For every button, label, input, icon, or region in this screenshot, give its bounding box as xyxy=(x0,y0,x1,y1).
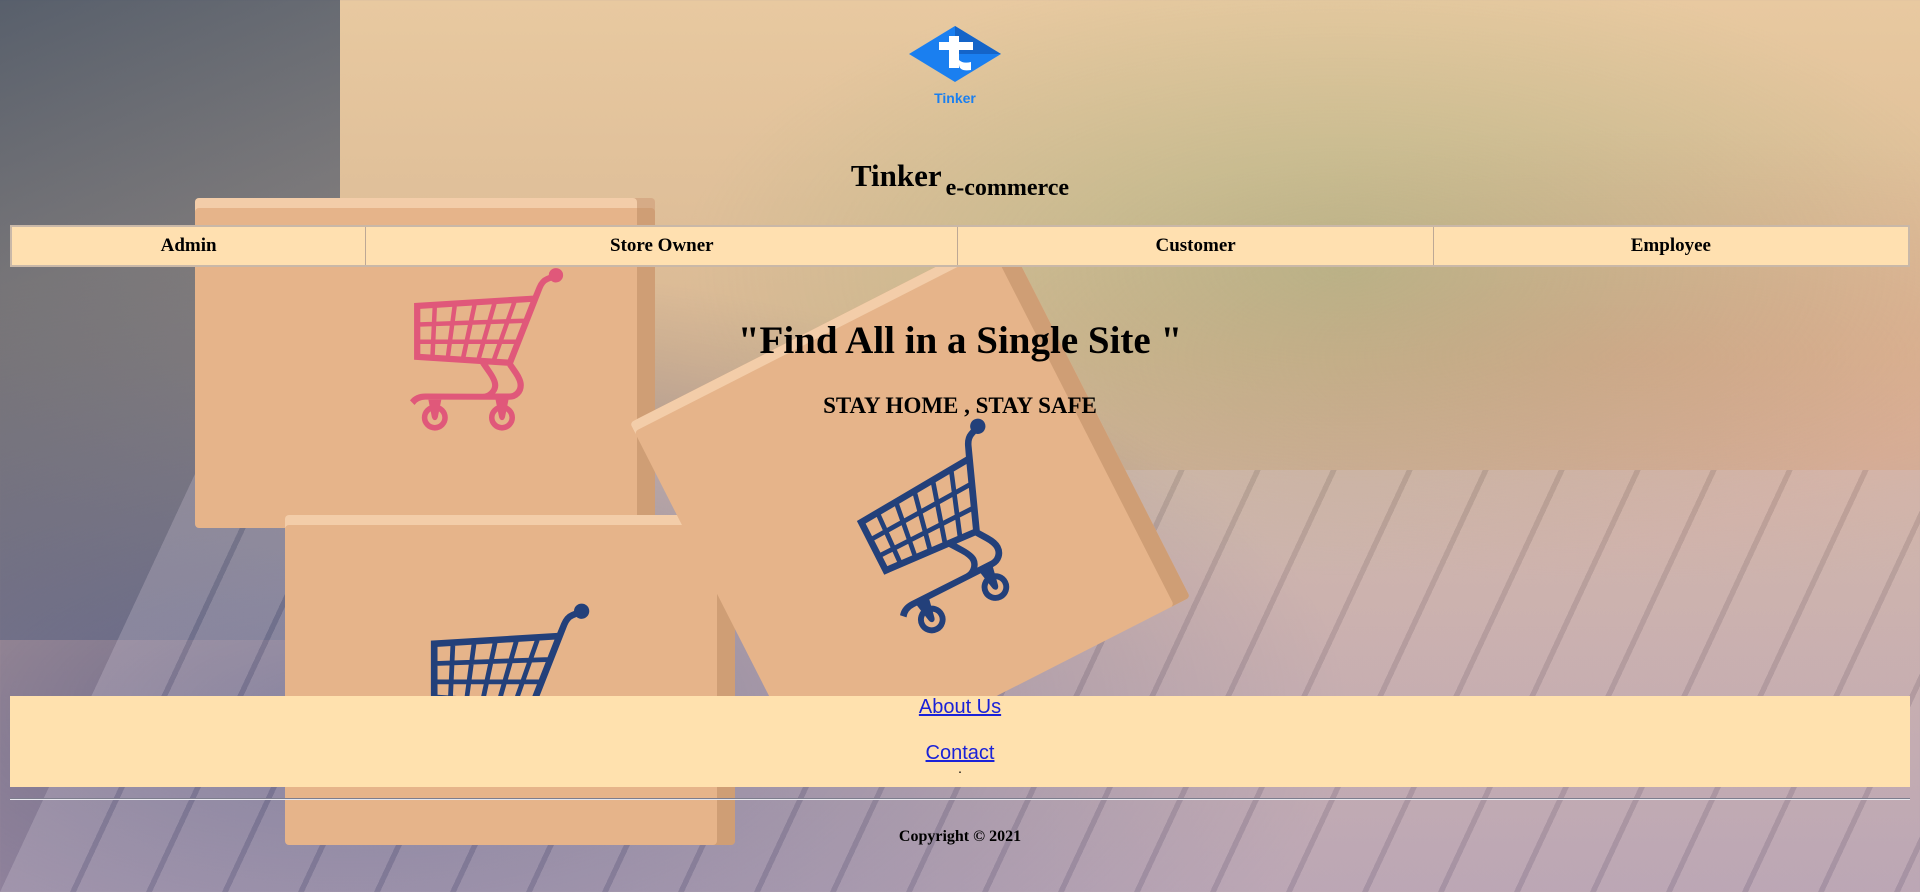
nav-store-owner[interactable]: Store Owner xyxy=(365,225,959,267)
footer-divider xyxy=(10,798,1910,800)
cart-icon: 🛒︎ xyxy=(806,392,1090,668)
shipping-box-image xyxy=(285,515,735,845)
logo-mark-icon xyxy=(909,26,1001,82)
about-us-link[interactable]: About Us xyxy=(10,696,1910,718)
logo: Tinker xyxy=(900,24,1010,114)
site-title: Tinker e-commerce xyxy=(0,158,1920,201)
copyright-text: Copyright © 2021 xyxy=(898,828,1022,845)
contact-link[interactable]: Contact xyxy=(10,742,1910,764)
site-title-main: Tinker xyxy=(850,158,942,193)
logo-text: Tinker xyxy=(934,90,976,106)
hero-tagline: "Find All in a Single Site " xyxy=(737,319,1183,362)
footer-dot: . xyxy=(958,762,962,777)
hero-subtitle: STAY HOME , STAY SAFE xyxy=(823,393,1097,418)
nav-admin[interactable]: Admin xyxy=(10,225,367,267)
footer-links: About Us Contact . xyxy=(10,696,1910,787)
role-nav-bar: Admin Store Owner Customer Employee xyxy=(10,225,1910,267)
nav-employee[interactable]: Employee xyxy=(1432,225,1910,267)
nav-customer[interactable]: Customer xyxy=(957,225,1434,267)
site-title-sub: e-commerce xyxy=(945,175,1070,201)
